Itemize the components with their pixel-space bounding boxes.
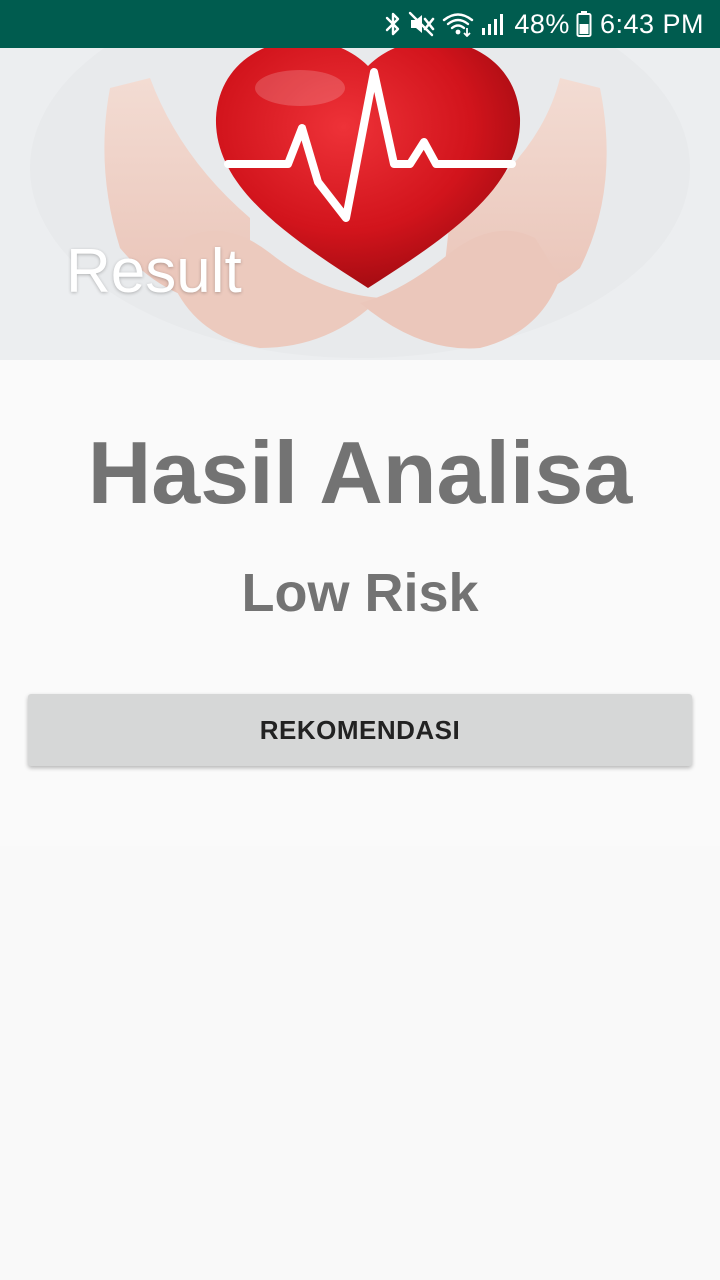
rekomendasi-button[interactable]: REKOMENDASI	[28, 694, 692, 766]
signal-icon	[480, 0, 506, 48]
clock: 6:43 PM	[599, 8, 704, 39]
wifi-icon	[442, 0, 474, 48]
mute-icon	[408, 0, 436, 48]
risk-result-text: Low Risk	[241, 563, 479, 623]
battery-percent: 48%	[514, 8, 570, 39]
battery-icon	[576, 0, 592, 48]
result-panel: Hasil Analisa Low Risk REKOMENDASI	[0, 360, 720, 846]
header-banner: Result	[0, 48, 720, 360]
bluetooth-icon	[384, 0, 402, 48]
empty-area	[0, 846, 720, 1280]
status-bar: 48% 6:43 PM	[0, 0, 720, 48]
header-title: Result	[66, 237, 242, 306]
hands-holding-heart-image	[0, 48, 720, 360]
analysis-heading: Hasil Analisa	[87, 423, 633, 522]
